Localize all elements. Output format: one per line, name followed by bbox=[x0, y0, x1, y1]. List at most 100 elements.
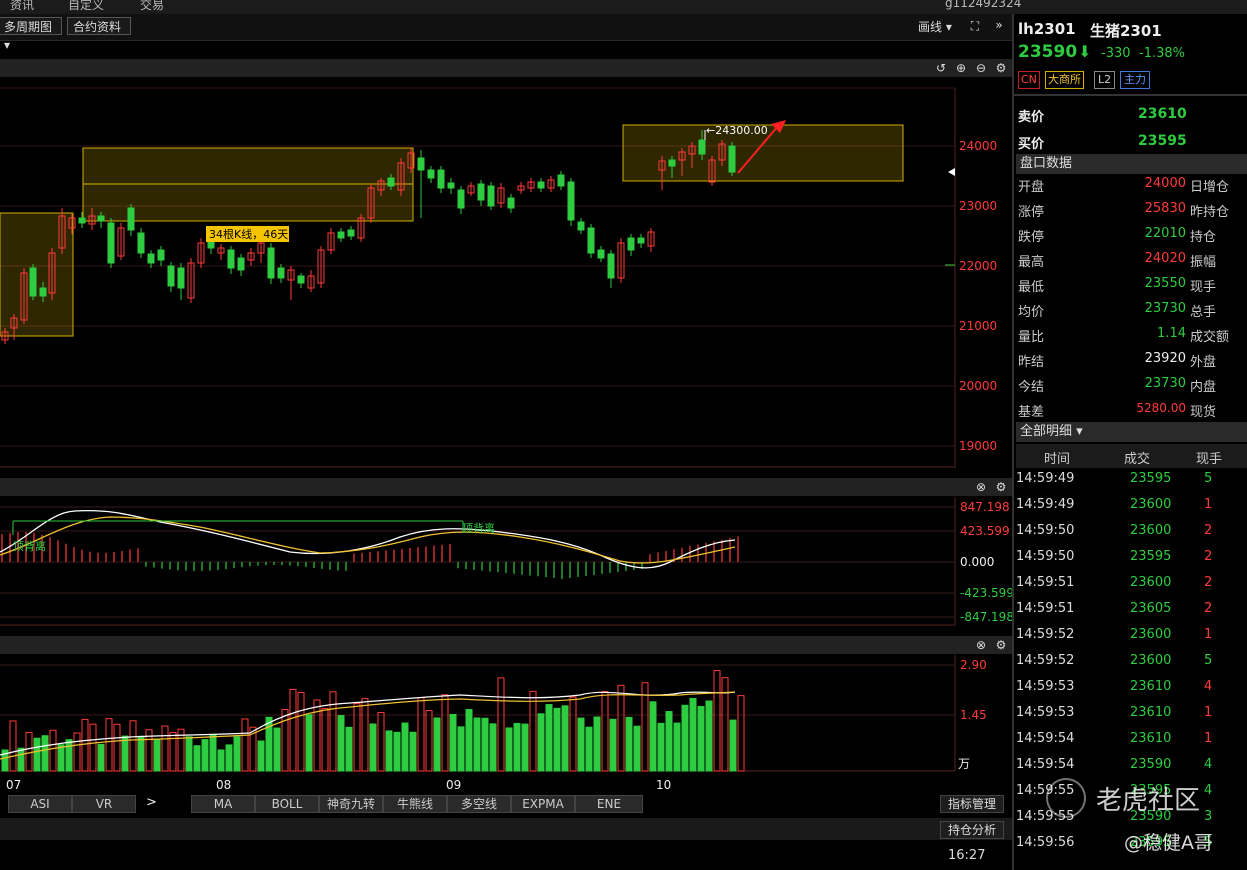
tick-price: 23605 bbox=[1130, 601, 1172, 616]
quote-label-2: 成交额 bbox=[1190, 330, 1230, 345]
macd-tick-2: 423.599 bbox=[960, 524, 1010, 538]
tab-ma[interactable]: MA bbox=[191, 795, 255, 813]
vol-tick-2: 1.45 bbox=[960, 708, 987, 722]
tab-ene[interactable]: ENE bbox=[575, 795, 643, 813]
volume-bar bbox=[305, 714, 313, 772]
menu-custom[interactable]: 自定义 bbox=[68, 0, 104, 13]
volume-chart[interactable]: 2.90 1.45 万 07 08 09 10 bbox=[0, 655, 1012, 793]
volume-bar bbox=[345, 726, 353, 772]
draw-line-menu[interactable]: 画线 ▾ bbox=[918, 18, 952, 35]
quote-row: 量比 1.14 成交额 bbox=[1018, 326, 1246, 351]
volume-bar bbox=[705, 700, 713, 772]
volume-bar bbox=[409, 731, 417, 772]
divider bbox=[1014, 94, 1247, 96]
position-analysis-button[interactable]: 持仓分析 bbox=[940, 821, 1004, 839]
tabs-next-arrow[interactable]: > bbox=[146, 795, 157, 810]
quote-value: 5280.00 bbox=[1136, 401, 1186, 415]
candlestick-chart[interactable]: ←24300.00 34根K线，46天 24000 23000 22000 21000… bbox=[0, 78, 1012, 470]
volume-bar bbox=[625, 716, 633, 772]
tick-volume: 1 bbox=[1204, 497, 1213, 512]
quote-label-2: 振幅 bbox=[1190, 255, 1217, 270]
contract-name: 生猪2301 bbox=[1090, 22, 1162, 40]
volume-bar bbox=[41, 735, 49, 772]
ask-label: 卖价 bbox=[1018, 110, 1045, 125]
fullscreen-icon[interactable]: ⛶ bbox=[968, 19, 982, 33]
divergence-label-1: 顶背离 bbox=[13, 539, 46, 553]
ask-price: 23610 bbox=[1138, 106, 1187, 122]
quote-label-2: 昨持仓 bbox=[1190, 205, 1230, 220]
tab-expma[interactable]: EXPMA bbox=[511, 795, 575, 813]
quote-section-header[interactable]: 盘口数据 bbox=[1016, 154, 1247, 174]
user-name[interactable]: g112492324 bbox=[945, 0, 1021, 10]
quote-row: 跌停 22010 持仓 bbox=[1018, 226, 1246, 251]
volume-bar bbox=[281, 708, 289, 772]
quote-value: 23730 bbox=[1144, 376, 1186, 391]
candle-body bbox=[127, 207, 135, 231]
volume-bar bbox=[505, 727, 513, 772]
candle-body bbox=[237, 257, 245, 271]
detail-section-header[interactable]: 全部明细 ▾ bbox=[1016, 422, 1247, 442]
menu-news[interactable]: 资讯 bbox=[10, 0, 34, 13]
tick-price: 23600 bbox=[1130, 575, 1172, 590]
candle-body bbox=[597, 249, 605, 259]
candle-body bbox=[577, 221, 585, 231]
zoom-out-icon[interactable]: ⊖ bbox=[974, 61, 988, 75]
quote-label: 今结 bbox=[1018, 380, 1045, 395]
candle-body bbox=[78, 217, 86, 224]
zoom-in-icon[interactable]: ⊕ bbox=[954, 61, 968, 75]
close-icon[interactable]: ⊗ bbox=[974, 480, 988, 494]
tag-l2: L2 bbox=[1094, 71, 1116, 89]
tab-bull-bear[interactable]: 牛熊线 bbox=[383, 795, 447, 813]
volume-bar bbox=[209, 733, 217, 772]
tab-td9[interactable]: 神奇九转 bbox=[319, 795, 383, 813]
volume-bar bbox=[49, 729, 57, 772]
tab-vr[interactable]: VR bbox=[72, 795, 136, 813]
volume-bar bbox=[681, 704, 689, 772]
y-tick-label: 20000 bbox=[959, 379, 997, 393]
tick-row: 14:59:50 23595 2 bbox=[1016, 549, 1244, 575]
volume-bar bbox=[25, 731, 33, 772]
gear-icon[interactable]: ⚙ bbox=[994, 61, 1008, 75]
quote-label-2: 现手 bbox=[1190, 280, 1217, 295]
down-arrow-icon: ⬇ bbox=[1078, 42, 1092, 61]
indicator-manage-button[interactable]: 指标管理 bbox=[940, 795, 1004, 813]
volume-bar bbox=[601, 691, 609, 772]
divergence-label-2: 顶背离 bbox=[462, 521, 495, 535]
gear-icon[interactable]: ⚙ bbox=[994, 638, 1008, 652]
quote-value: 23920 bbox=[1144, 351, 1186, 366]
volume-bar bbox=[377, 712, 385, 772]
candle-body bbox=[627, 237, 635, 251]
volume-bar bbox=[137, 735, 145, 772]
volume-bar bbox=[553, 707, 561, 772]
volume-bar bbox=[649, 701, 657, 772]
quote-row: 昨结 23920 外盘 bbox=[1018, 351, 1246, 376]
expand-right-icon[interactable]: » bbox=[992, 18, 1006, 32]
candle-body bbox=[567, 181, 575, 221]
gear-icon[interactable]: ⚙ bbox=[994, 480, 1008, 494]
volume-bar bbox=[81, 718, 89, 772]
volume-bar bbox=[457, 726, 465, 772]
macd-chart[interactable]: 顶背离 顶背离 847.198 423.599 0.000 -423.599 -… bbox=[0, 497, 1012, 627]
tick-time: 14:59:52 bbox=[1016, 653, 1075, 668]
tab-boll[interactable]: BOLL bbox=[255, 795, 319, 813]
macd-header: ⊗ ⚙ bbox=[0, 478, 1012, 496]
close-icon[interactable]: ⊗ bbox=[974, 638, 988, 652]
tab-long-short[interactable]: 多空线 bbox=[447, 795, 511, 813]
annotation-text: 34根K线，46天 bbox=[209, 227, 288, 241]
quote-value: 24000 bbox=[1144, 176, 1186, 191]
volume-bar bbox=[497, 677, 505, 772]
tick-price: 23610 bbox=[1130, 679, 1172, 694]
undo-icon[interactable]: ↺ bbox=[934, 61, 948, 75]
volume-bar bbox=[153, 739, 161, 772]
x-tick-08: 08 bbox=[216, 778, 231, 792]
contract-code: lh2301 bbox=[1018, 20, 1076, 38]
menu-trade[interactable]: 交易 bbox=[140, 0, 164, 13]
quote-label: 涨停 bbox=[1018, 205, 1045, 220]
period-select[interactable]: 多周期图 ▾ bbox=[0, 17, 62, 52]
volume-bar bbox=[481, 717, 489, 772]
volume-bar bbox=[641, 682, 649, 772]
quote-label-2: 总手 bbox=[1190, 305, 1217, 320]
tab-asi[interactable]: ASI bbox=[8, 795, 72, 813]
contract-info-button[interactable]: 合约资料 bbox=[67, 17, 131, 35]
tick-time: 14:59:56 bbox=[1016, 835, 1075, 850]
